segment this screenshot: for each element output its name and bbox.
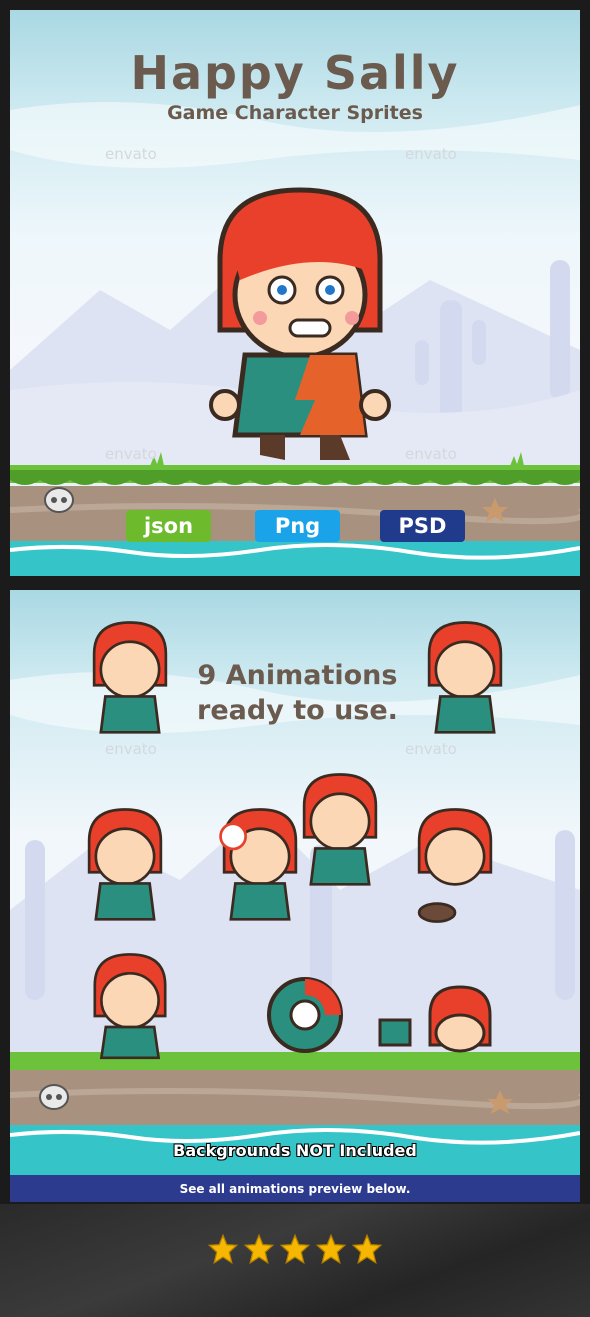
sprite-crouch (93, 953, 167, 1060)
cover-panel: Happy Sally Game Character Sprites envat… (10, 10, 580, 576)
star-icon (208, 1234, 238, 1264)
envato-watermark: envato (405, 145, 457, 163)
envato-watermark: envato (105, 145, 157, 163)
sprite-jump-right (427, 621, 503, 734)
animations-panel: 9 Animations ready to use. envato envato (10, 590, 580, 1202)
star-icon (316, 1234, 346, 1264)
star-icon (244, 1234, 274, 1264)
animations-line-2: ready to use. (197, 695, 398, 726)
json-format-badge: json (126, 510, 211, 542)
page-title: Happy Sally (130, 46, 460, 100)
rating-footer (0, 1204, 590, 1317)
sprite-hurt (219, 808, 298, 921)
animations-line-1: 9 Animations (197, 660, 398, 691)
sprite-roll (267, 977, 343, 1053)
sprite-dizzy (302, 773, 378, 886)
star-icon (352, 1234, 382, 1264)
envato-watermark: envato (105, 445, 157, 463)
preview-note: See all animations preview below. (179, 1181, 411, 1196)
star-icon (280, 1234, 310, 1264)
rating-stars (0, 1234, 590, 1264)
png-format-badge: Png (255, 510, 340, 542)
psd-format-badge: PSD (380, 510, 465, 542)
sally-character-sprite (209, 187, 391, 460)
sprite-stand (87, 808, 163, 921)
sprite-throw (417, 808, 493, 923)
sprite-idle-left (92, 621, 168, 734)
sprite-slide (378, 985, 492, 1053)
animations-headline: 9 Animations ready to use. (165, 658, 430, 728)
envato-watermark: envato (405, 445, 457, 463)
preview-banner: See all animations preview below. (10, 1175, 580, 1202)
page-subtitle: Game Character Sprites (167, 102, 423, 124)
backgrounds-not-included-note: Backgrounds NOT Included (173, 1141, 417, 1160)
